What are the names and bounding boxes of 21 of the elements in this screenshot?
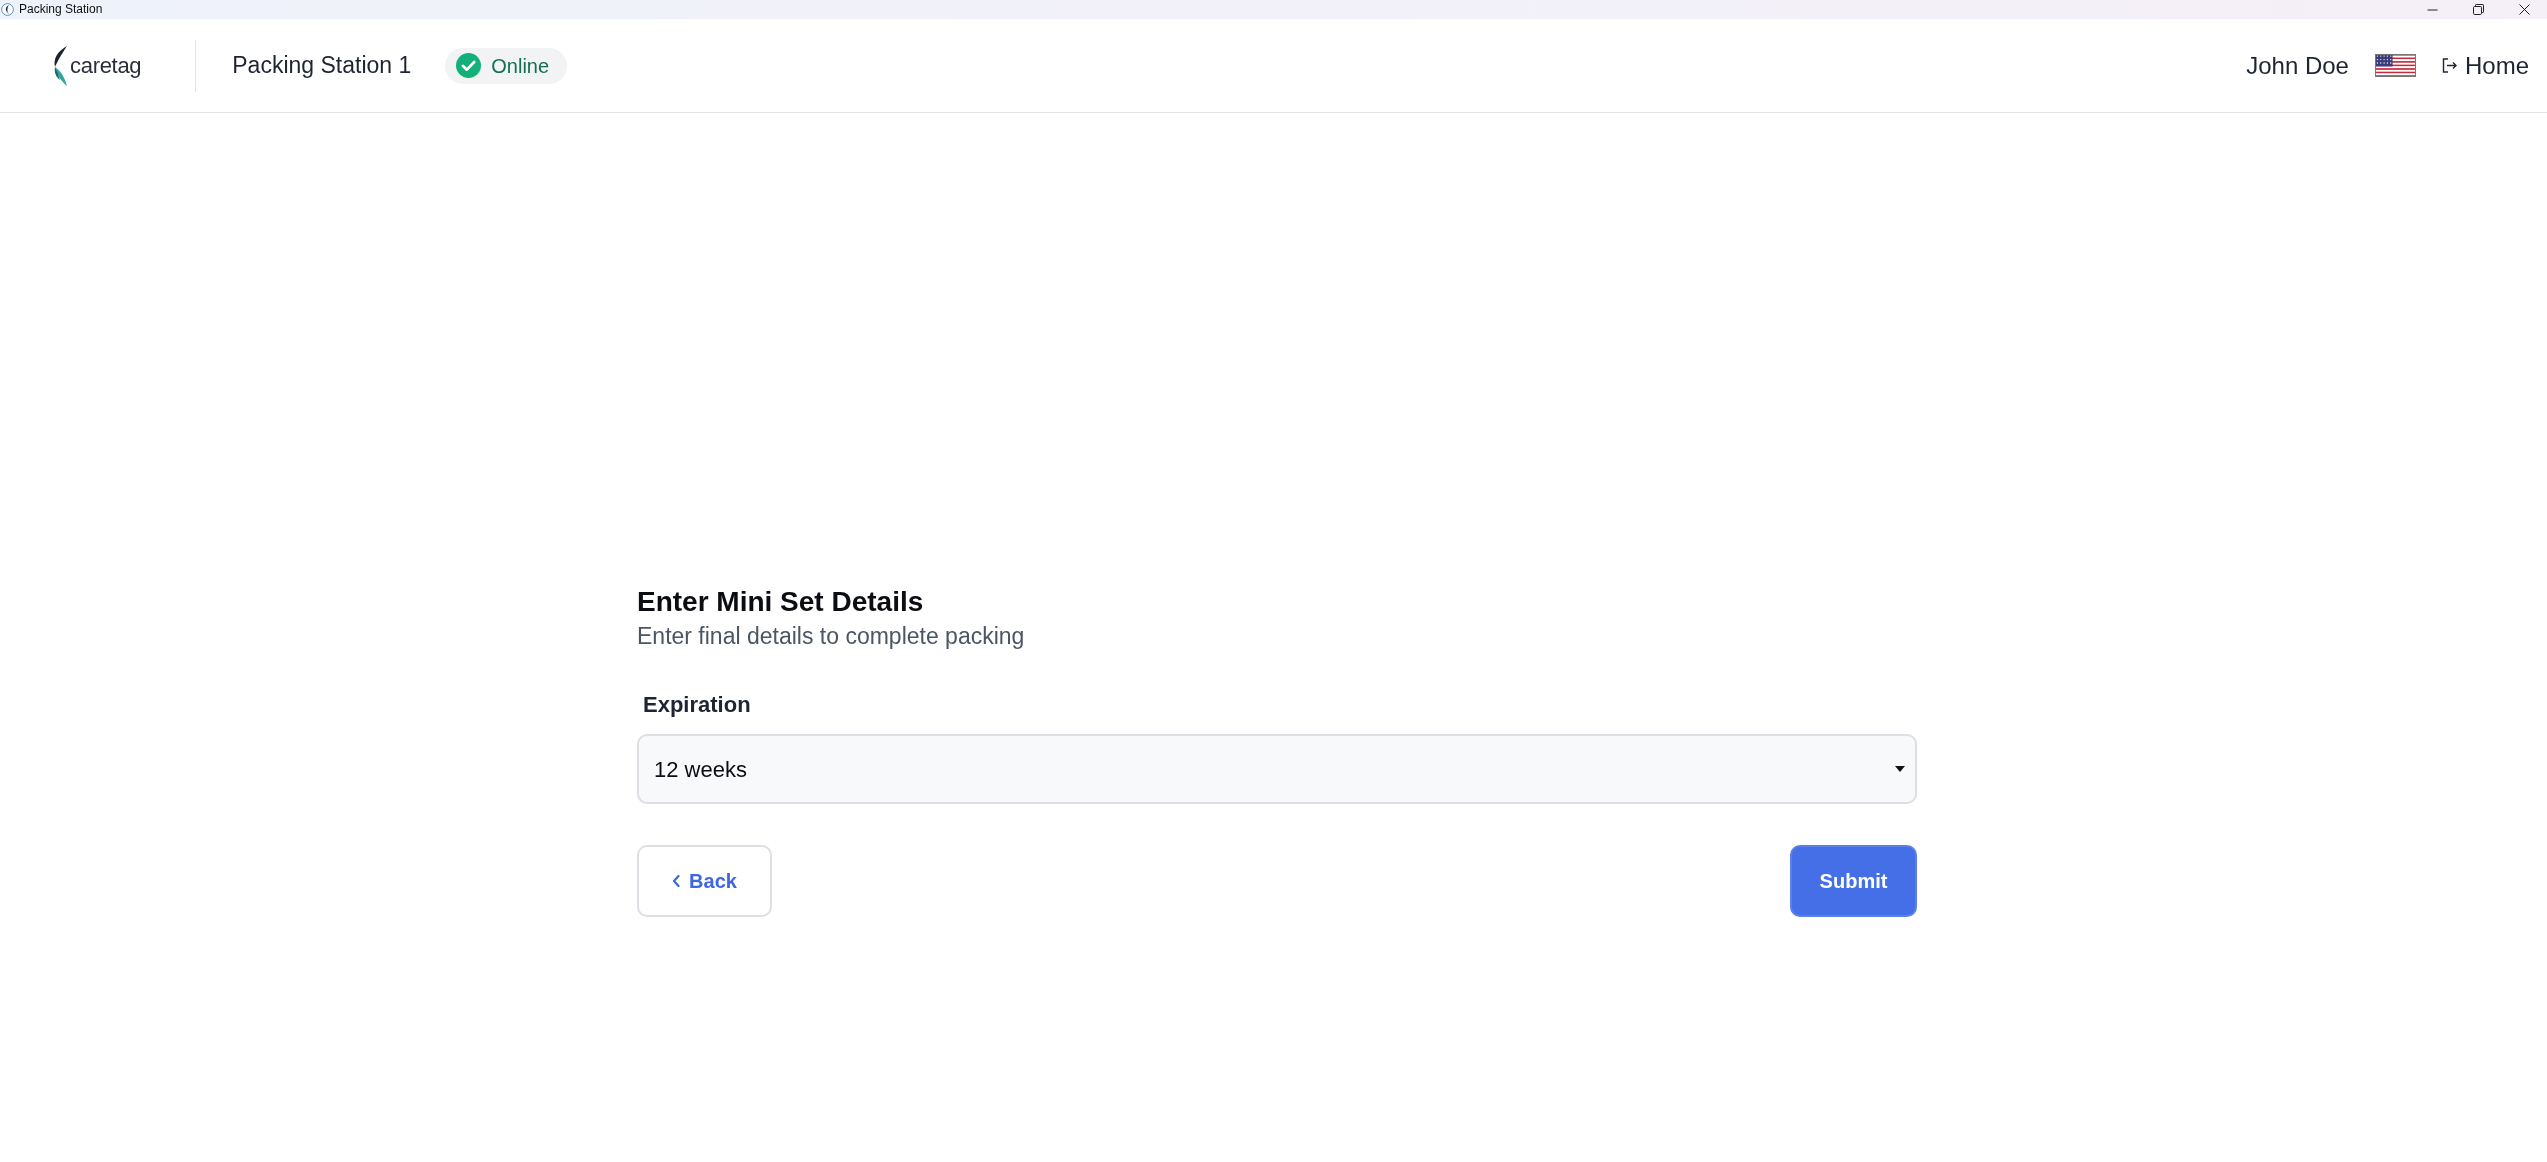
select-field[interactable]: 12 weeks bbox=[637, 734, 1917, 804]
submit-button[interactable]: Submit bbox=[1790, 845, 1917, 917]
check-circle-icon bbox=[456, 53, 482, 78]
caret-down-icon bbox=[1895, 766, 1905, 772]
station-name: Packing Station 1 bbox=[232, 51, 412, 81]
chevron-left-icon bbox=[672, 875, 681, 887]
status-badge: Online bbox=[445, 47, 568, 84]
flag-icon[interactable] bbox=[2374, 54, 2416, 77]
form-subtitle: Enter final details to complete packing bbox=[637, 622, 1026, 651]
home-link[interactable]: Home bbox=[2441, 47, 2529, 84]
leaf-logo-icon bbox=[52, 45, 70, 86]
logo-wordmark: caretag bbox=[70, 52, 142, 80]
close-icon bbox=[2518, 4, 2530, 15]
window-title: Packing Station bbox=[19, 1, 103, 18]
field-label: Expiration bbox=[643, 691, 752, 719]
restore-icon bbox=[2472, 4, 2484, 15]
back-button[interactable]: Back bbox=[637, 845, 772, 917]
user-name: John Doe bbox=[2246, 50, 2349, 81]
exit-icon bbox=[2441, 58, 2457, 73]
app-icon bbox=[1, 3, 14, 16]
form-title: Enter Mini Set Details bbox=[637, 585, 925, 619]
